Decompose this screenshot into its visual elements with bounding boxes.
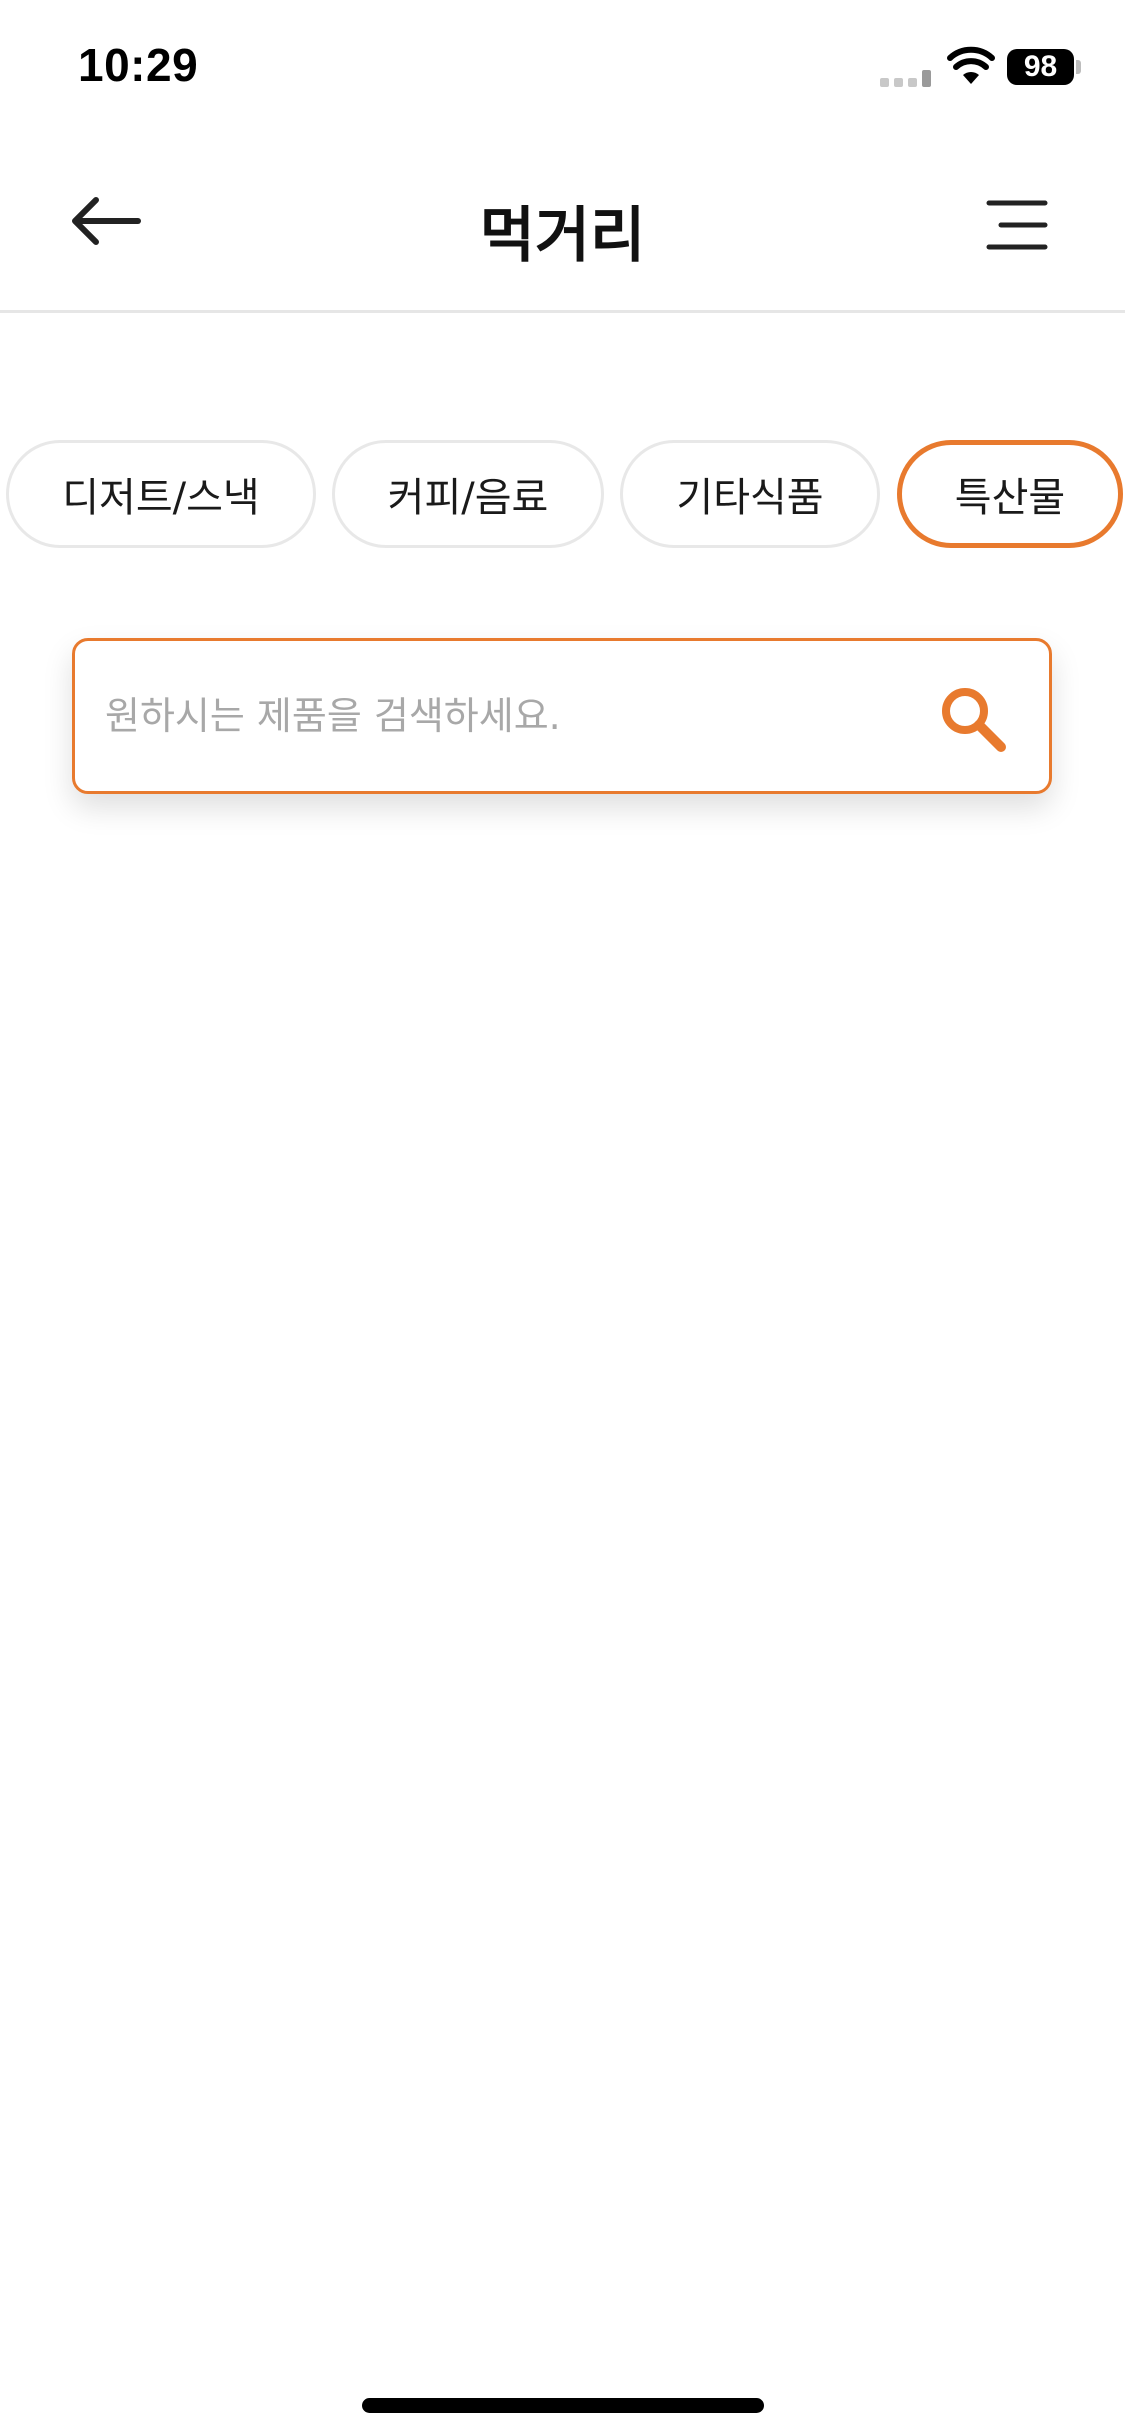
status-time: 10:29 [78,39,199,91]
cellular-signal-icon [880,70,931,87]
header: 먹거리 [0,135,1125,313]
wifi-icon [947,46,995,84]
chip-specialty-selected[interactable]: 특산물 [897,440,1123,548]
chip-coffee-drink[interactable]: 커피/음료 [332,440,604,548]
search-icon[interactable] [937,683,1009,755]
battery-icon: 98 [1007,49,1074,85]
menu-icon[interactable] [985,199,1049,251]
battery-tip [1076,60,1081,74]
search-input[interactable] [105,671,925,761]
page-title: 먹거리 [479,201,646,271]
chip-dessert-snack[interactable]: 디저트/스낵 [6,440,316,548]
chip-other-food[interactable]: 기타식품 [620,440,880,548]
home-indicator[interactable] [362,2398,764,2413]
category-chips: 디저트/스낵 커피/음료 기타식품 특산물 [0,440,1125,550]
search-box [72,638,1052,794]
status-bar: 10:29 98 [0,0,1125,135]
